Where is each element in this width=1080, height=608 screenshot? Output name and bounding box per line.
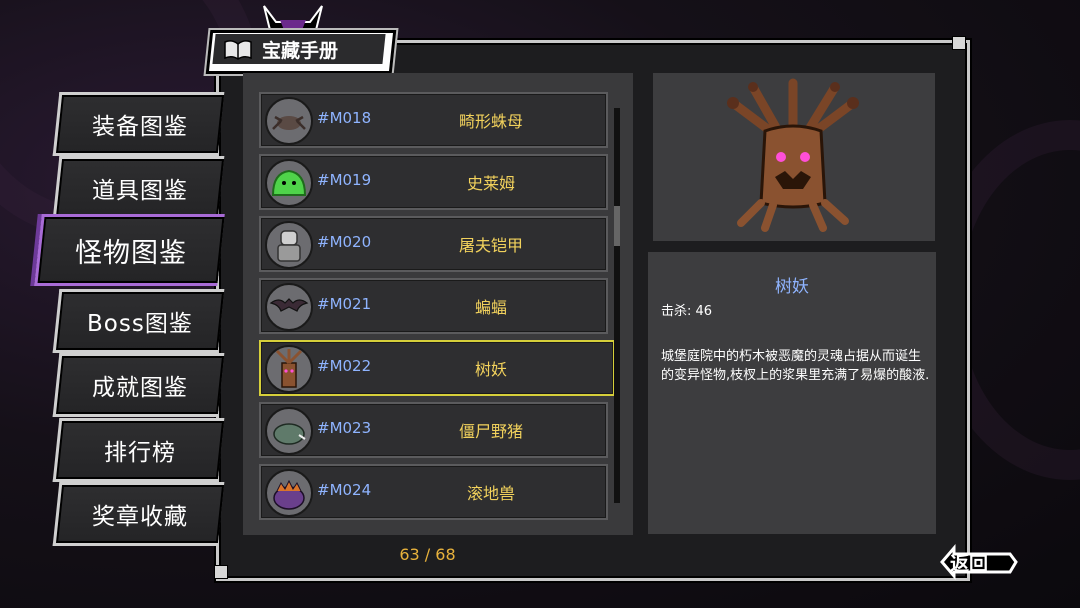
- monster-id: #M019: [317, 171, 372, 189]
- treant-portrait-icon: [727, 78, 859, 232]
- slime-icon: [265, 159, 313, 207]
- monster-name: 屠夫铠甲: [458, 236, 523, 255]
- zombie-boar-icon: [265, 407, 313, 455]
- monster-id: #M021: [317, 295, 372, 313]
- monster-portrait-panel: [653, 73, 935, 241]
- monster-id: #M022: [317, 357, 372, 375]
- monster-row-selected[interactable]: #M022 树妖: [259, 340, 615, 396]
- monster-name: 僵尸野猪: [458, 422, 523, 441]
- monster-name: 畸形蛛母: [458, 112, 523, 131]
- nav-monsters[interactable]: 怪物图鉴: [34, 214, 225, 286]
- detail-kill-count: 击杀: 46: [661, 304, 713, 319]
- monster-name: 滚地兽: [466, 484, 515, 503]
- nav-items[interactable]: 道具图鉴: [52, 156, 225, 220]
- treant-icon: [265, 345, 313, 393]
- nav-achievements[interactable]: 成就图鉴: [52, 353, 225, 417]
- spider-mother-icon: [265, 97, 313, 145]
- nav-equipment[interactable]: 装备图鉴: [52, 92, 225, 156]
- frame-corner: [952, 36, 966, 50]
- detail-description: 城堡庭院中的朽木被恶魔的灵魂占据从而诞生的变异怪物,枝杈上的浆果里充满了易爆的酸…: [661, 349, 930, 383]
- monster-row[interactable]: #M024 滚地兽: [259, 464, 608, 520]
- scrollbar-track[interactable]: [614, 108, 620, 503]
- scrollbar-thumb[interactable]: [614, 206, 620, 246]
- monster-name: 蝙蝠: [474, 298, 507, 317]
- monster-id: #M024: [317, 481, 372, 499]
- monster-id: #M023: [317, 419, 372, 437]
- book-icon: [224, 40, 252, 60]
- nav-label: 装备图鉴: [92, 114, 188, 140]
- butcher-armor-icon: [265, 221, 313, 269]
- nav-leaderboard[interactable]: 排行榜: [52, 418, 225, 482]
- nav-boss[interactable]: Boss图鉴: [52, 289, 225, 353]
- monster-row[interactable]: #M021 蝙蝠: [259, 278, 608, 334]
- monster-row[interactable]: #M019 史莱姆: [259, 154, 608, 210]
- back-button-label: 返回: [950, 553, 989, 575]
- nav-label: Boss图鉴: [87, 311, 193, 337]
- bat-icon: [265, 283, 313, 331]
- monster-row[interactable]: #M020 屠夫铠甲: [259, 216, 608, 272]
- nav-label: 奖章收藏: [92, 504, 188, 530]
- nav-label: 道具图鉴: [92, 178, 188, 204]
- nav-label: 成就图鉴: [92, 375, 188, 401]
- page-title: 宝藏手册: [262, 40, 339, 62]
- monster-id: #M020: [317, 233, 372, 251]
- nav-medals[interactable]: 奖章收藏: [52, 482, 225, 546]
- monster-name: 史莱姆: [466, 174, 515, 193]
- detail-monster-name: 树妖: [775, 277, 809, 297]
- page-count: 63 / 68: [399, 545, 456, 564]
- monster-row[interactable]: #M018 畸形蛛母: [259, 92, 608, 148]
- nav-label: 排行榜: [104, 440, 176, 466]
- monster-id: #M018: [317, 109, 372, 127]
- roller-beast-icon: [265, 469, 313, 517]
- monster-row[interactable]: #M023 僵尸野猪: [259, 402, 608, 458]
- monster-name: 树妖: [474, 360, 507, 379]
- frame-corner: [214, 565, 228, 579]
- nav-label: 怪物图鉴: [75, 237, 187, 269]
